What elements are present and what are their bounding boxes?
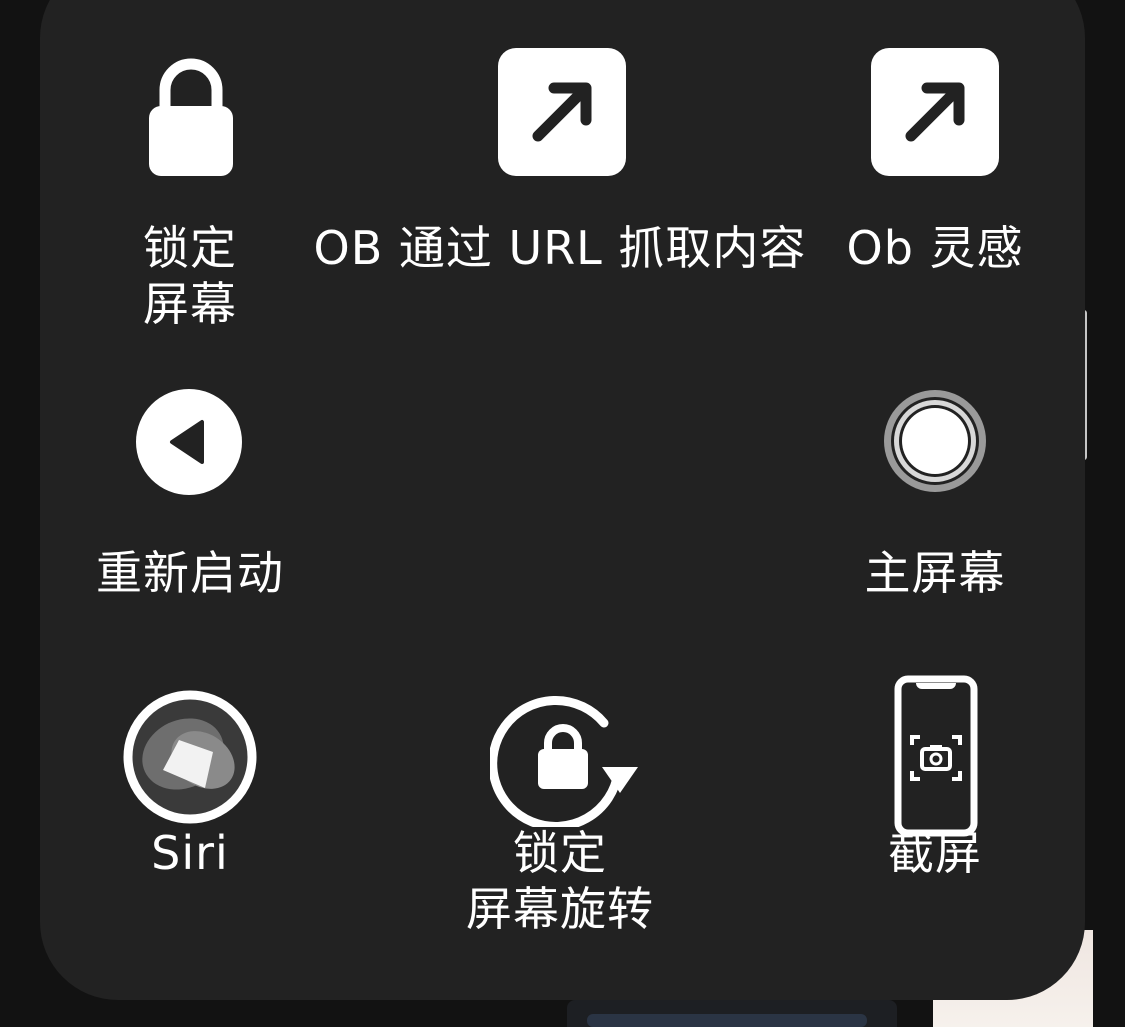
rotation-lock-icon (490, 696, 638, 827)
menu-item-lock-rotation[interactable]: 锁定 屏幕旋转 (450, 685, 670, 975)
menu-item-label: Ob 灵感 (846, 221, 1024, 275)
menu-item-label: 重新启动 (96, 546, 284, 600)
menu-item-restart[interactable]: 重新启动 (75, 385, 305, 615)
home-button-icon (884, 390, 986, 492)
screenshot-phone-icon (894, 675, 978, 837)
lock-icon (149, 58, 233, 176)
menu-item-label: 锁定 屏幕 (143, 221, 237, 331)
background-thumbnail-bar (587, 1014, 867, 1027)
menu-item-home[interactable]: 主屏幕 (830, 385, 1040, 615)
siri-icon (123, 690, 257, 824)
menu-item-ob-inspiration[interactable]: Ob 灵感 (830, 40, 1040, 275)
menu-item-label: 主屏幕 (864, 546, 1006, 600)
menu-item-siri[interactable]: Siri (100, 685, 280, 915)
menu-item-label: Siri (151, 826, 229, 880)
arrow-up-right-icon (871, 48, 999, 176)
assistive-touch-menu: 锁定 屏幕 OB 通过 URL 抓取内容 Ob 灵感 重新启动 主屏幕 Siri… (40, 0, 1085, 1000)
arrow-up-right-icon (498, 48, 626, 176)
menu-item-screenshot[interactable]: 截屏 (840, 675, 1030, 915)
menu-item-label: 锁定 屏幕旋转 (466, 826, 654, 936)
back-triangle-icon (136, 389, 242, 495)
menu-item-label: OB 通过 URL 抓取内容 (313, 221, 807, 275)
menu-item-label: 截屏 (888, 826, 982, 880)
background-thumbnail (567, 1000, 897, 1027)
menu-item-lock-screen[interactable]: 锁定 屏幕 (100, 40, 280, 331)
menu-item-ob-url[interactable]: OB 通过 URL 抓取内容 (310, 40, 810, 275)
